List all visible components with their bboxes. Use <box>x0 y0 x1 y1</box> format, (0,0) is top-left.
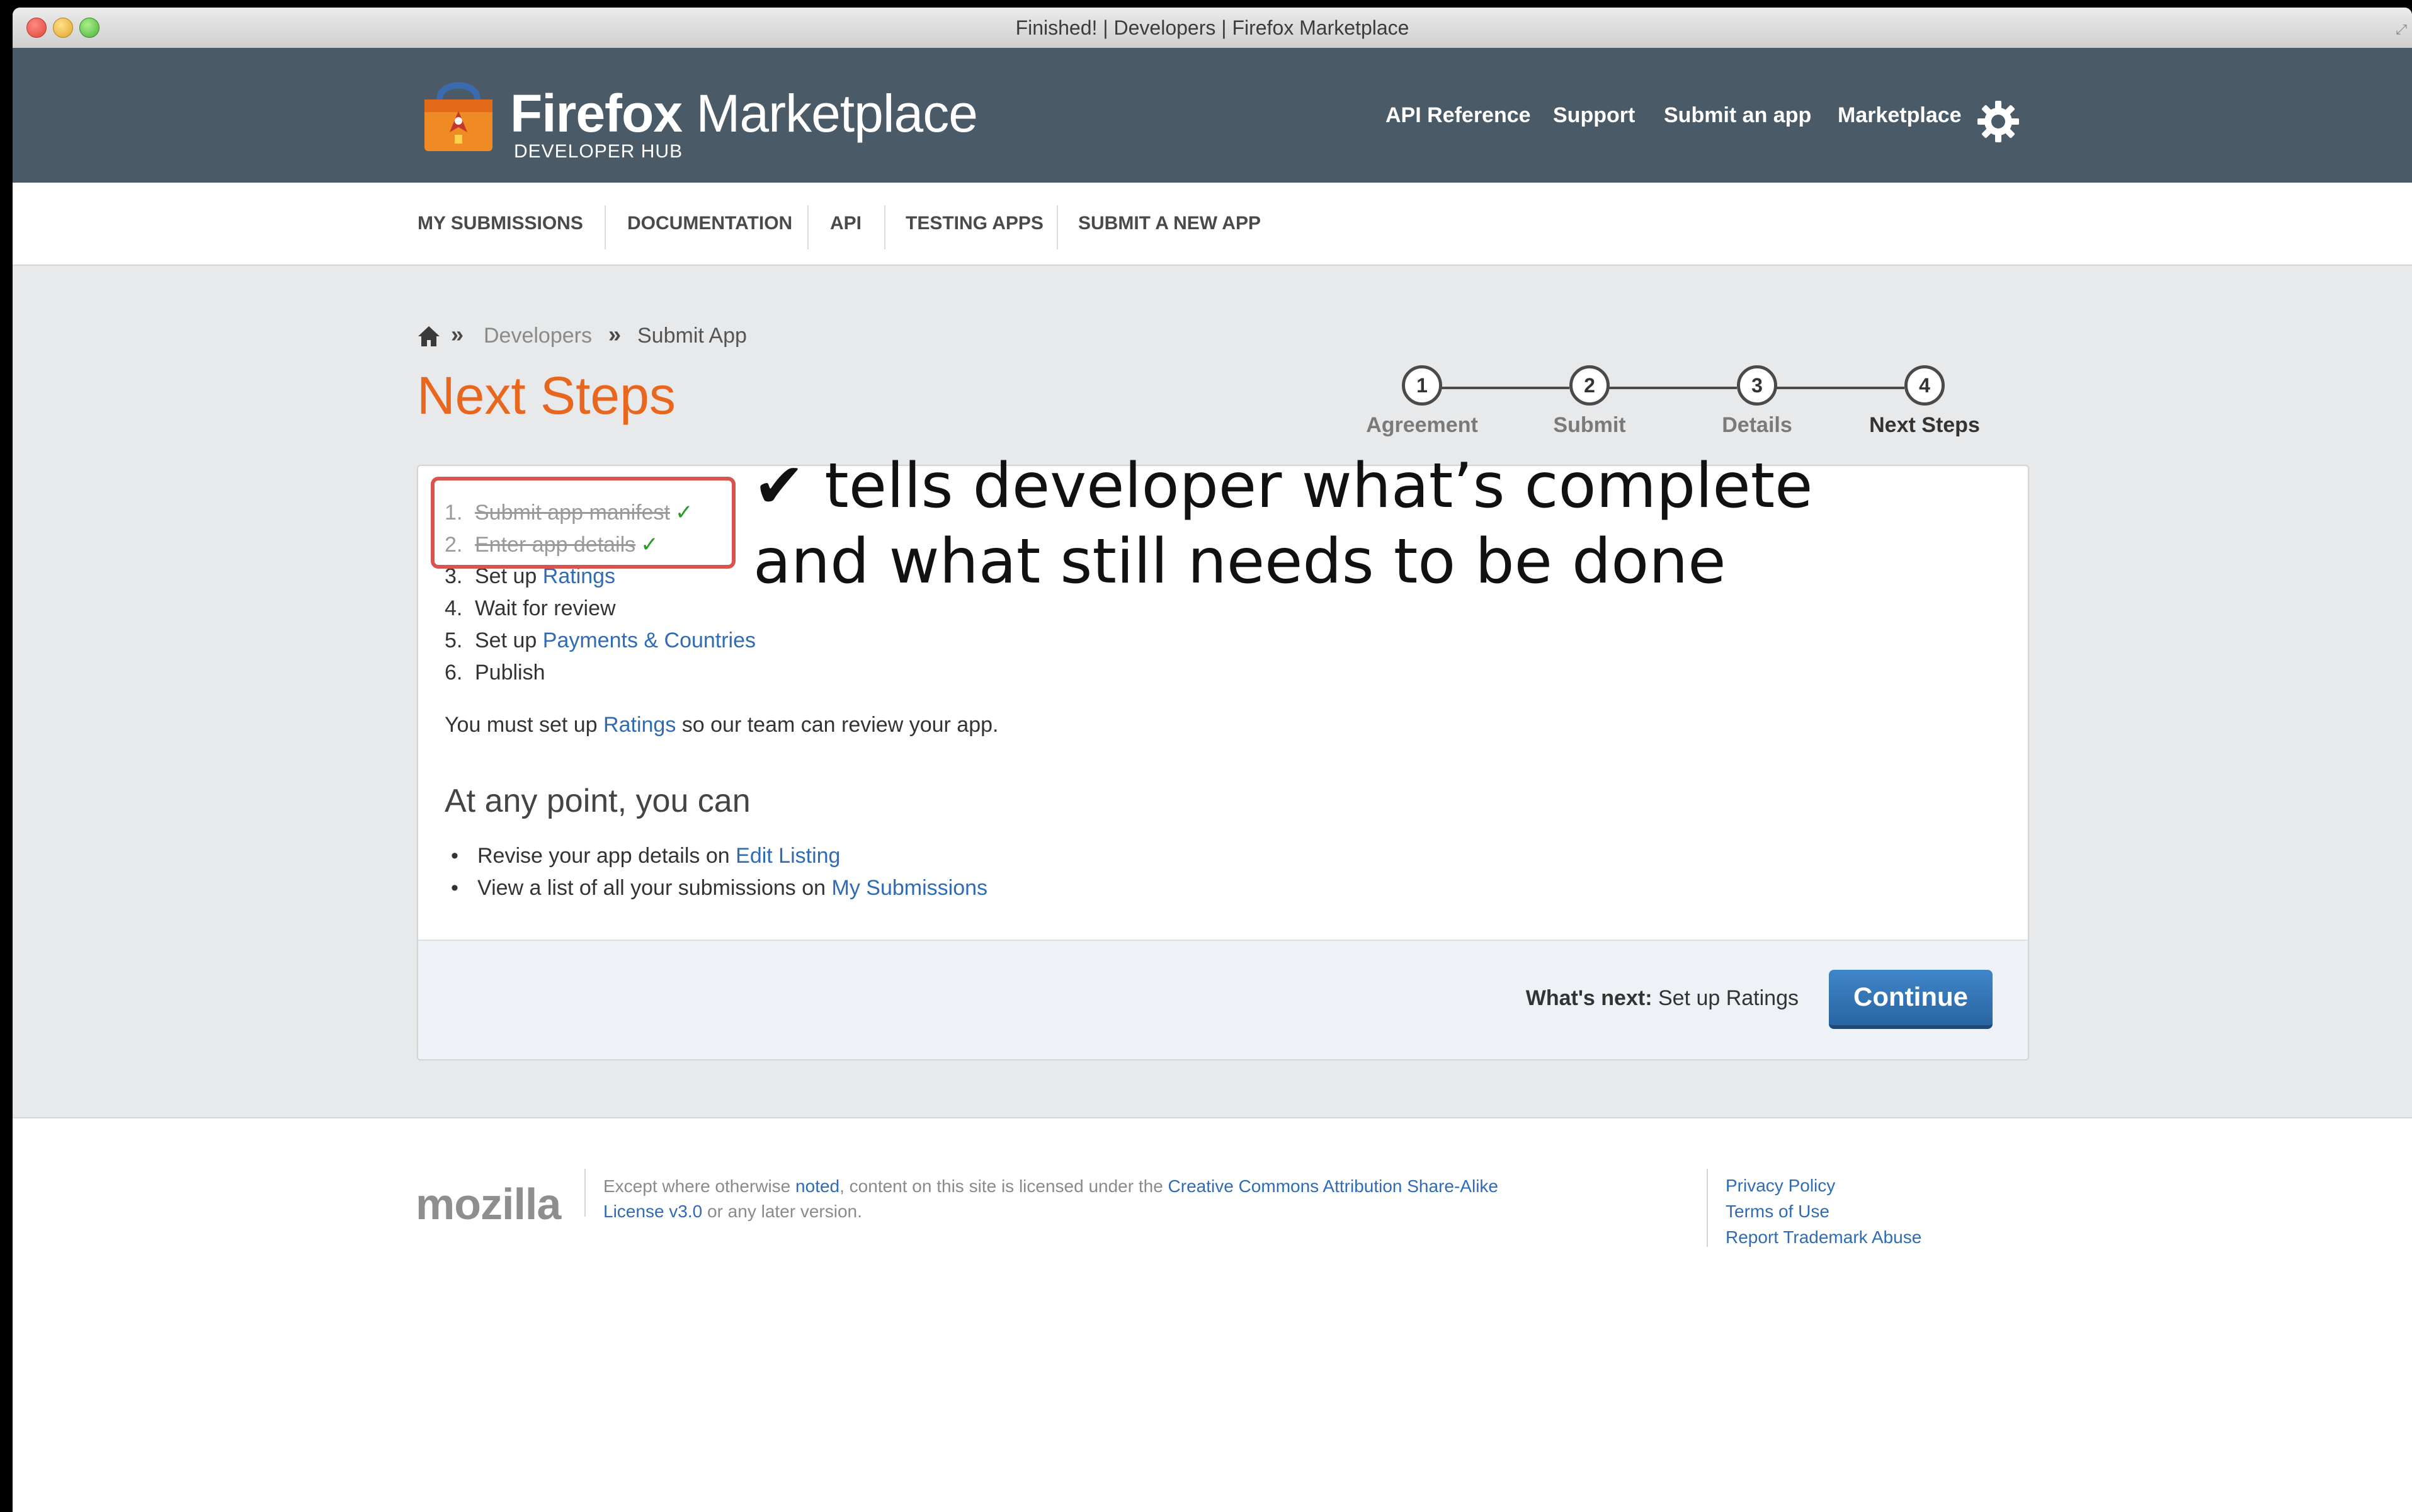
ratings-notice: You must set up Ratings so our team can … <box>445 713 999 737</box>
subnav-testing-apps[interactable]: TESTING APPS <box>906 183 1044 264</box>
my-submissions-link[interactable]: My Submissions <box>832 876 988 900</box>
site-header: Firefox Marketplace DEVELOPER HUB API Re… <box>13 48 2412 183</box>
continue-button[interactable]: Continue <box>1829 970 1993 1029</box>
footer-divider <box>584 1169 586 1217</box>
noted-link[interactable]: noted <box>795 1176 839 1196</box>
footer-divider <box>1707 1169 1708 1247</box>
any-point-item-2: View a list of all your submissions on M… <box>451 876 987 901</box>
breadcrumb-submit-app[interactable]: Submit App <box>637 324 747 348</box>
page-title: Next Steps <box>417 366 676 425</box>
nav-marketplace[interactable]: Marketplace <box>1838 103 1962 128</box>
main-content: » Developers » Submit App Next Steps 1 2… <box>13 266 2412 1117</box>
step-2-circle: 2 <box>1569 365 1610 406</box>
mozilla-logo[interactable]: mozilla <box>416 1179 561 1229</box>
step-1-label: Agreement <box>1366 413 1478 437</box>
terms-of-use-link[interactable]: Terms of Use <box>1726 1198 1921 1224</box>
privacy-policy-link[interactable]: Privacy Policy <box>1726 1173 1921 1198</box>
license-text: Except where otherwise noted, content on… <box>603 1176 1498 1221</box>
browser-window: Finished! | Developers | Firefox Marketp… <box>13 8 2412 1512</box>
any-point-heading: At any point, you can <box>445 783 751 819</box>
report-trademark-abuse-link[interactable]: Report Trademark Abuse <box>1726 1224 1921 1250</box>
home-icon[interactable] <box>417 325 441 348</box>
subnav-divider <box>807 205 809 249</box>
step-1-circle: 1 <box>1402 365 1442 406</box>
fullscreen-icon[interactable]: ⤢ <box>2396 21 2407 38</box>
step-4-circle: 4 <box>1904 365 1945 406</box>
brand-subtitle: DEVELOPER HUB <box>514 141 683 162</box>
step-3-label: Details <box>1722 413 1792 437</box>
subnav-my-submissions[interactable]: MY SUBMISSIONS <box>418 183 583 264</box>
annotation-highlight-box <box>431 477 736 569</box>
subnav-api[interactable]: API <box>830 183 862 264</box>
subnav-documentation[interactable]: DOCUMENTATION <box>627 183 792 264</box>
any-point-item-1: Revise your app details on Edit Listing <box>451 844 840 868</box>
checklist-item-4: 4. Wait for review <box>445 596 616 620</box>
notice-ratings-link[interactable]: Ratings <box>603 713 676 737</box>
edit-listing-link[interactable]: Edit Listing <box>736 844 840 868</box>
secondary-nav: MY SUBMISSIONS DOCUMENTATION API TESTING… <box>13 183 2412 266</box>
payments-countries-link[interactable]: Payments & Countries <box>543 628 756 652</box>
breadcrumb-separator-icon: » <box>608 321 622 347</box>
step-4-label: Next Steps <box>1869 413 1980 437</box>
checklist-item-6: 6. Publish <box>445 661 545 685</box>
step-3-circle: 3 <box>1737 365 1777 406</box>
footer-links: Privacy Policy Terms of Use Report Trade… <box>1726 1173 1921 1250</box>
breadcrumb-developers[interactable]: Developers <box>484 324 592 348</box>
annotation-text: ✔ tells developer what’s complete and wh… <box>753 450 1813 598</box>
subnav-submit-new-app[interactable]: SUBMIT A NEW APP <box>1078 183 1261 264</box>
card-action-bar: What's next: Set up Ratings Continue <box>418 940 2028 1059</box>
subnav-divider <box>884 205 885 249</box>
window-title: Finished! | Developers | Firefox Marketp… <box>1015 16 1409 39</box>
nav-submit-app[interactable]: Submit an app <box>1664 103 1811 128</box>
brand-name[interactable]: Firefox Marketplace <box>510 83 978 144</box>
gear-icon[interactable] <box>1976 99 2020 144</box>
step-connector <box>1776 387 1904 389</box>
checklist-item-5: 5. Set up Payments & Countries <box>445 628 756 652</box>
step-2-label: Submit <box>1553 413 1626 437</box>
step-connector <box>1441 387 1569 389</box>
breadcrumb-separator-icon: » <box>451 321 464 347</box>
subnav-divider <box>1057 205 1058 249</box>
subnav-divider <box>605 205 606 249</box>
window-titlebar: Finished! | Developers | Firefox Marketp… <box>13 8 2412 48</box>
whats-next-text: What's next: Set up Ratings <box>1525 986 1799 1010</box>
nav-support[interactable]: Support <box>1553 103 1635 128</box>
nav-api-reference[interactable]: API Reference <box>1385 103 1531 128</box>
site-footer: mozilla Except where otherwise noted, co… <box>13 1117 2412 1512</box>
marketplace-logo-icon[interactable] <box>421 74 496 154</box>
step-connector <box>1608 387 1737 389</box>
